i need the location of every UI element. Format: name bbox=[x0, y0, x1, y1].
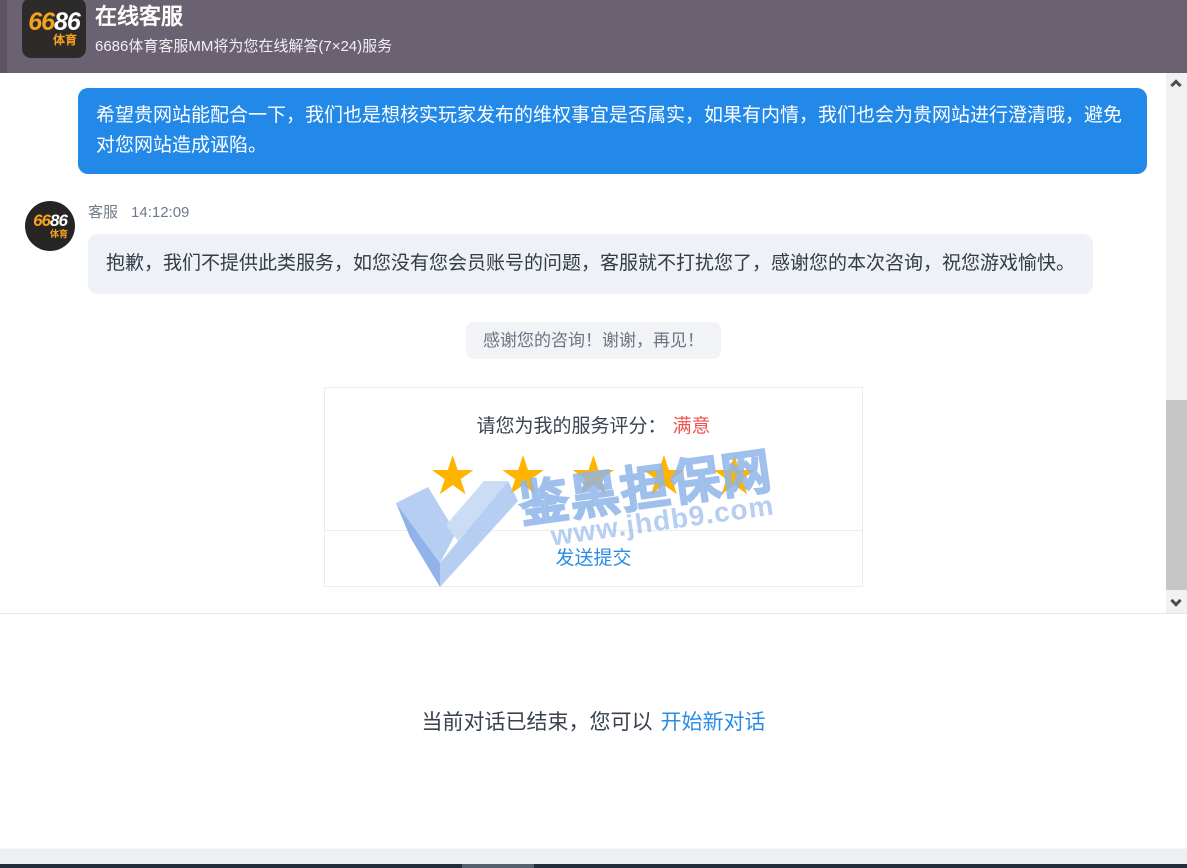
star-icon[interactable]: ★ bbox=[710, 446, 758, 506]
conversation-ended-section: 当前对话已结束，您可以开始新对话 bbox=[0, 614, 1187, 848]
brand-logo-number: 6686 bbox=[28, 10, 80, 34]
chat-message-area: 希望贵网站能配合一下，我们也是想核实玩家发布的维权事宜是否属实，如果有内情，我们… bbox=[0, 73, 1187, 613]
rating-card-top: 请您为我的服务评分： 满意 ★ ★ ★ ★ ★ bbox=[325, 388, 862, 530]
rating-prompt: 请您为我的服务评分： bbox=[476, 416, 666, 437]
agent-meta: 客服 14:12:09 bbox=[88, 201, 1093, 223]
rating-prompt-line: 请您为我的服务评分： 满意 bbox=[325, 411, 862, 438]
start-new-chat-link[interactable]: 开始新对话 bbox=[661, 711, 766, 734]
star-icon[interactable]: ★ bbox=[640, 446, 688, 506]
chat-header: 6686 体育 在线客服 6686体育客服MM将为您在线解答(7×24)服务 bbox=[0, 0, 1187, 73]
page-title: 在线客服 bbox=[95, 2, 392, 32]
scroll-up-arrow-icon[interactable] bbox=[1170, 79, 1181, 90]
agent-avatar: 6686 体育 bbox=[25, 201, 75, 251]
brand-logo-sub: 体育 bbox=[53, 34, 77, 47]
conversation-ended-text: 当前对话已结束，您可以 bbox=[422, 711, 653, 734]
scrollbar-thumb[interactable] bbox=[1166, 400, 1187, 590]
system-message-bubble: 感谢您的咨询！谢谢，再见！ bbox=[466, 322, 721, 359]
agent-name: 客服 bbox=[88, 204, 118, 221]
bottom-input-strip bbox=[0, 848, 1187, 864]
message-timestamp: 14:12:09 bbox=[131, 204, 189, 221]
avatar-logo-sub: 体育 bbox=[50, 229, 68, 239]
bottom-bar-segment[interactable] bbox=[462, 864, 534, 868]
agent-message-body: 客服 14:12:09 抱歉，我们不提供此类服务，如您没有您会员账号的问题，客服就… bbox=[88, 201, 1093, 294]
header-left-edge bbox=[0, 0, 7, 73]
bottom-bar bbox=[0, 864, 1187, 868]
star-icon[interactable]: ★ bbox=[569, 446, 617, 506]
star-icon[interactable]: ★ bbox=[428, 446, 476, 506]
submit-rating-button[interactable]: 发送提交 bbox=[325, 530, 862, 586]
star-row: ★ ★ ★ ★ ★ bbox=[325, 446, 862, 510]
vertical-scrollbar[interactable] bbox=[1166, 73, 1187, 613]
agent-message-row: 6686 体育 客服 14:12:09 抱歉，我们不提供此类服务，如您没有您会员账… bbox=[0, 201, 1187, 294]
scroll-down-arrow-icon[interactable] bbox=[1170, 595, 1181, 606]
rating-selected-label: 满意 bbox=[673, 416, 711, 437]
header-texts: 在线客服 6686体育客服MM将为您在线解答(7×24)服务 bbox=[95, 0, 392, 58]
user-message-bubble: 希望贵网站能配合一下，我们也是想核实玩家发布的维权事宜是否属实，如果有内情，我们… bbox=[78, 88, 1147, 174]
agent-message-bubble: 抱歉，我们不提供此类服务，如您没有您会员账号的问题，客服就不打扰您了，感谢您的本… bbox=[88, 234, 1093, 294]
brand-logo: 6686 体育 bbox=[22, 0, 86, 58]
rating-card: 请您为我的服务评分： 满意 ★ ★ ★ ★ ★ 发送提交 bbox=[324, 387, 863, 587]
page-subtitle: 6686体育客服MM将为您在线解答(7×24)服务 bbox=[95, 36, 392, 58]
avatar-logo-number: 6686 bbox=[33, 213, 67, 229]
star-icon[interactable]: ★ bbox=[499, 446, 547, 506]
